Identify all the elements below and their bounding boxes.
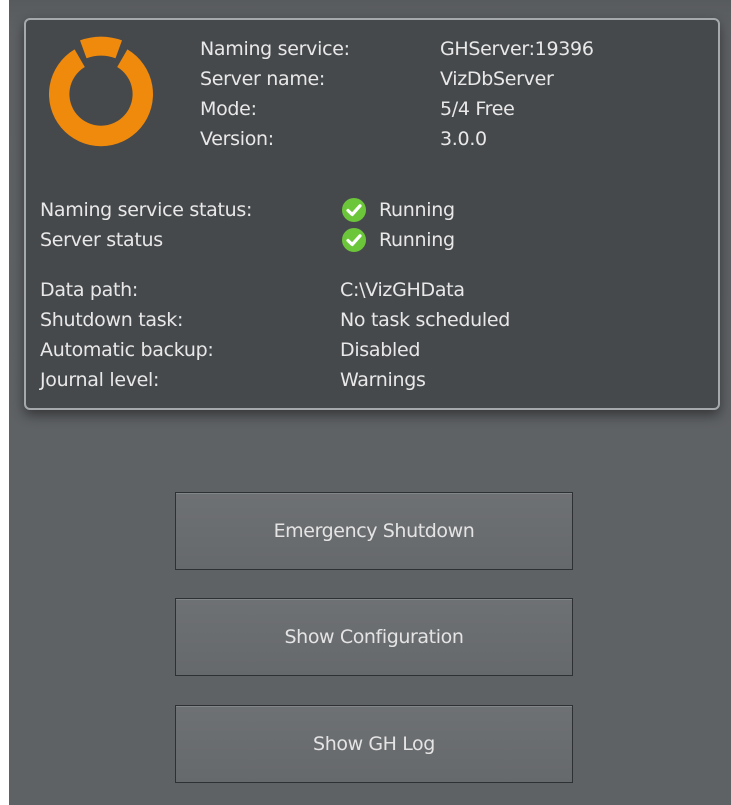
server-name-value: VizDbServer [440, 68, 554, 90]
emergency-shutdown-button[interactable]: Emergency Shutdown [175, 492, 573, 570]
server-name-label: Server name: [200, 68, 326, 90]
shutdown-task-label: Shutdown task: [40, 309, 184, 331]
naming-service-status-value: Running [379, 199, 455, 221]
version-value: 3.0.0 [440, 128, 487, 150]
shutdown-task-value: No task scheduled [340, 309, 511, 331]
automatic-backup-value: Disabled [340, 339, 421, 361]
viz-logo-icon [49, 36, 153, 147]
mode-value: 5/4 Free [440, 98, 515, 120]
version-label: Version: [200, 128, 274, 150]
show-configuration-button[interactable]: Show Configuration [175, 598, 573, 676]
show-gh-log-button[interactable]: Show GH Log [175, 705, 573, 783]
automatic-backup-label: Automatic backup: [40, 339, 214, 361]
naming-service-label: Naming service: [200, 38, 350, 60]
server-status-label: Server status [40, 229, 163, 251]
data-path-value: C:\VizGHData [340, 279, 465, 301]
server-status-window: Naming service: GHServer:19396 Server na… [9, 0, 731, 805]
server-status-value: Running [379, 229, 455, 251]
data-path-label: Data path: [40, 279, 139, 301]
journal-level-label: Journal level: [40, 369, 160, 391]
mode-label: Mode: [200, 98, 257, 120]
check-circle-icon [342, 198, 366, 222]
check-circle-icon [342, 228, 366, 252]
journal-level-value: Warnings [340, 369, 426, 391]
server-info-panel: Naming service: GHServer:19396 Server na… [24, 18, 720, 410]
naming-service-value: GHServer:19396 [440, 38, 594, 60]
naming-service-status-label: Naming service status: [40, 199, 253, 221]
